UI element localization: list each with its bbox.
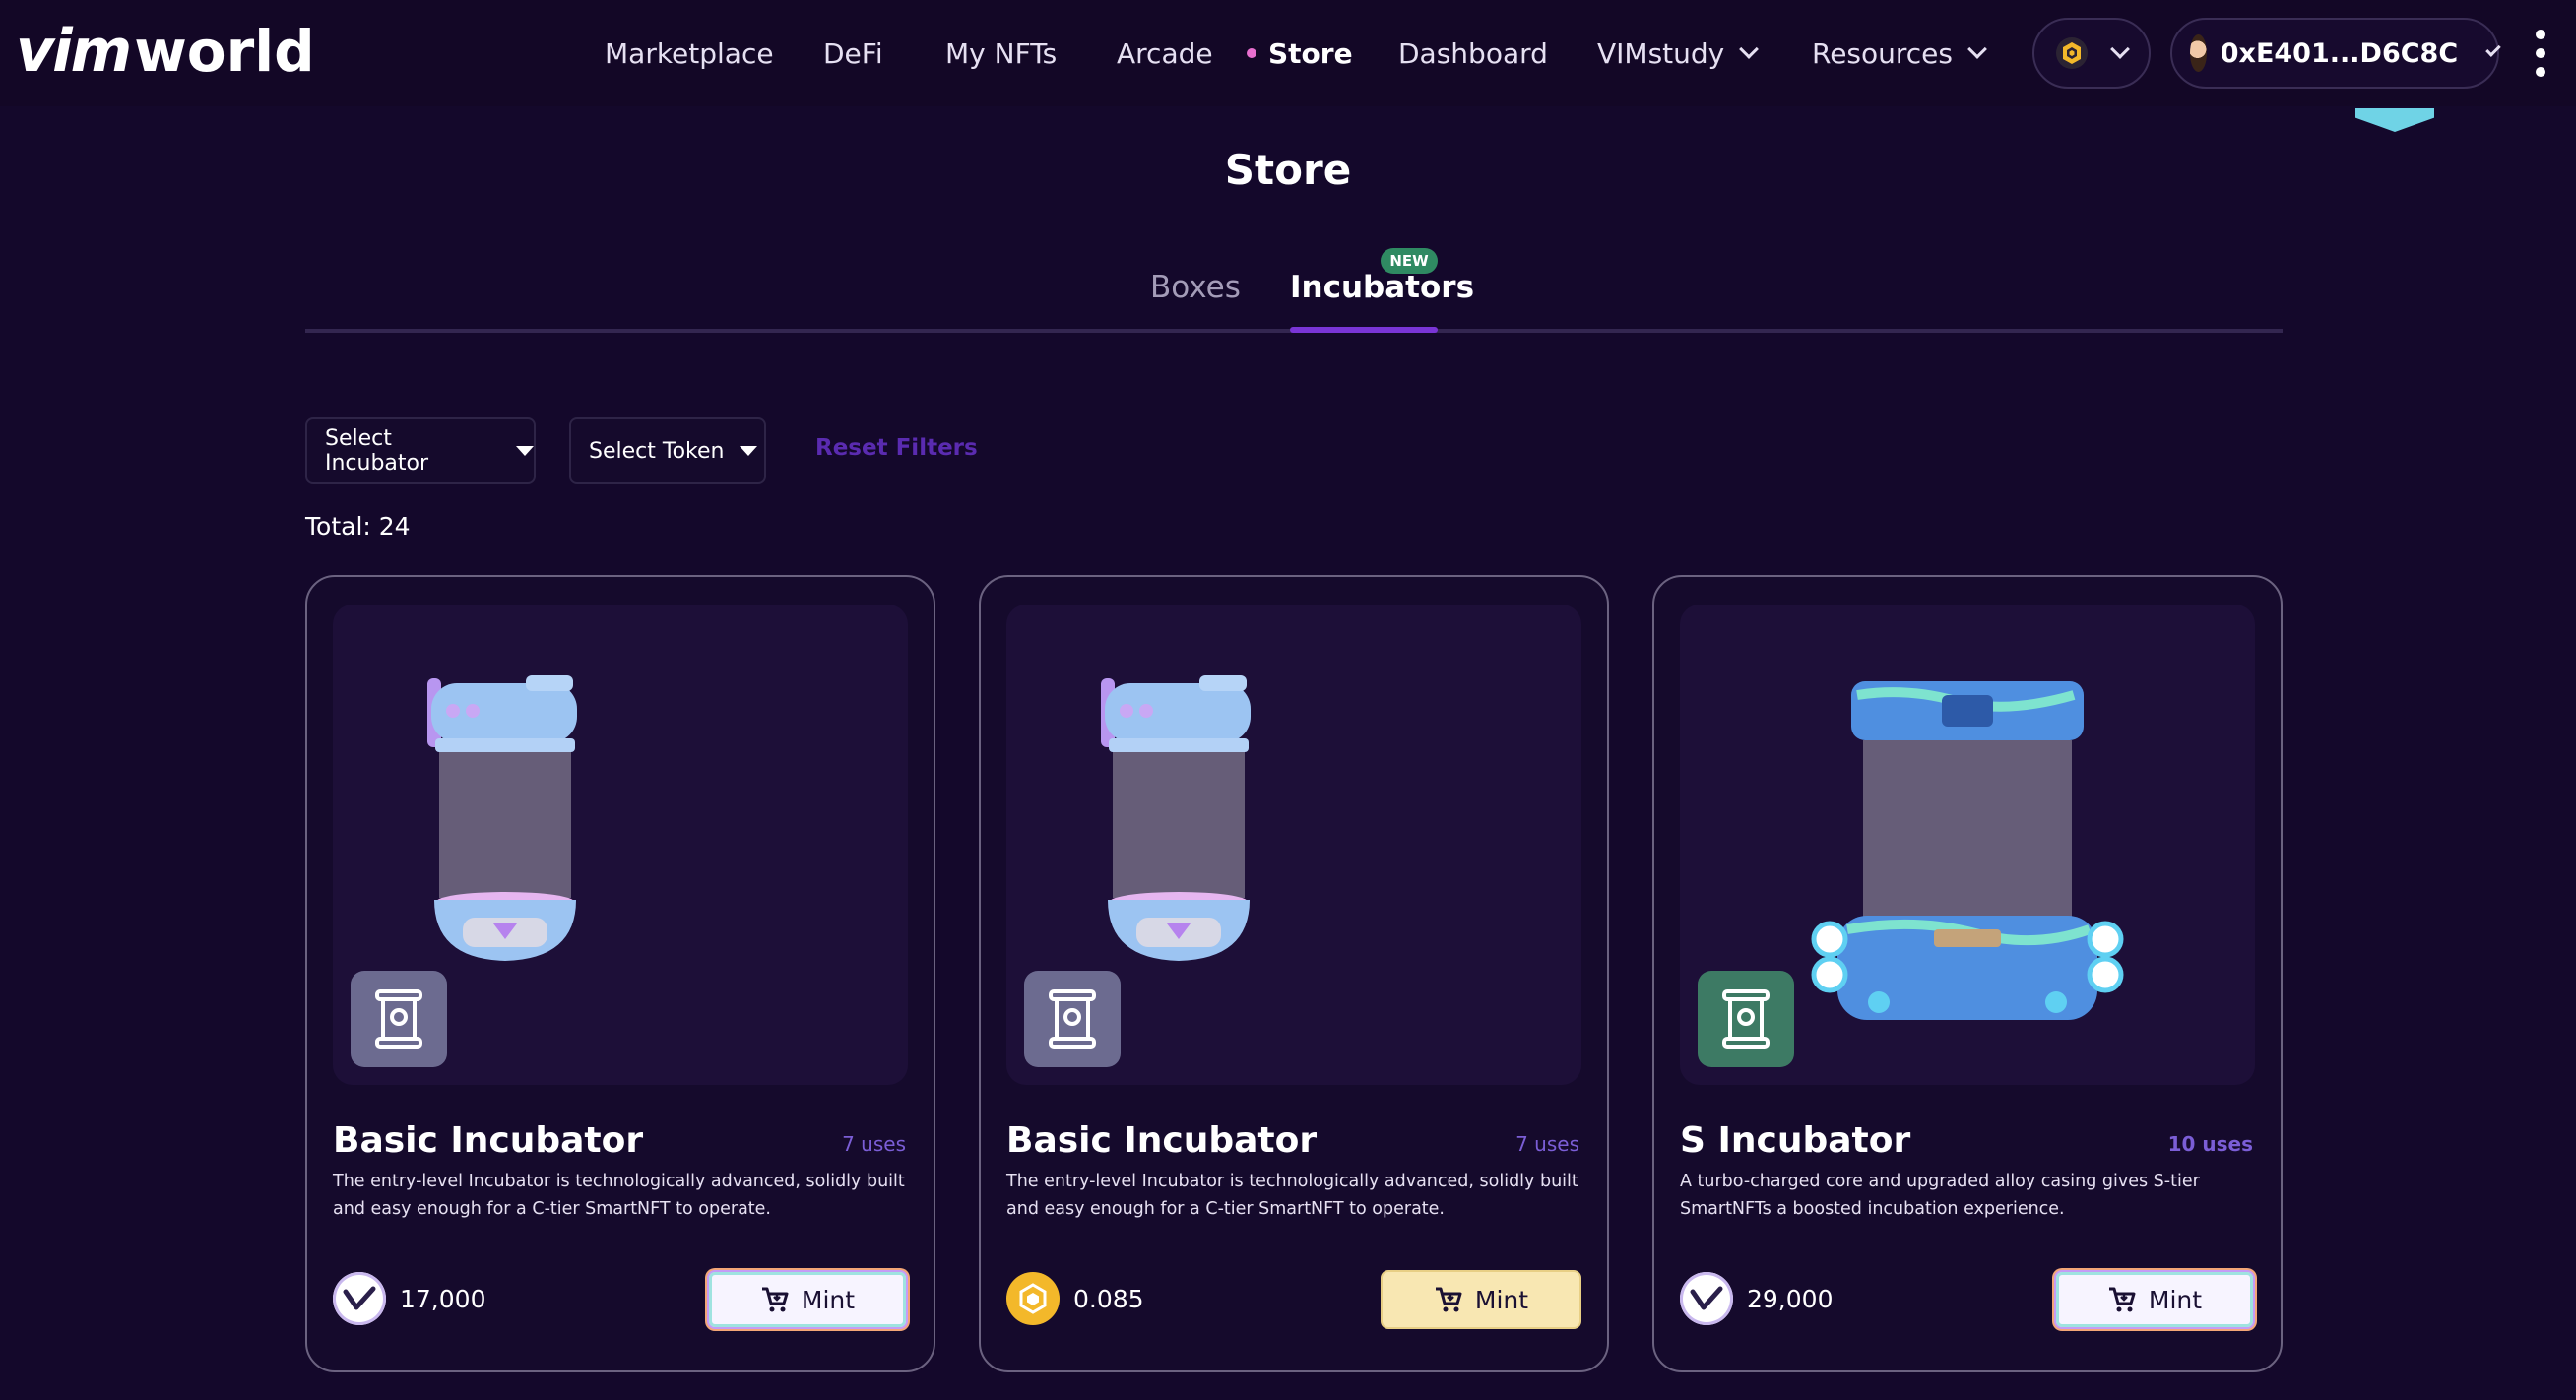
- caret-down-icon: [516, 446, 534, 456]
- card-uses: 10 uses: [2167, 1132, 2253, 1156]
- nav-label: Resources: [1812, 36, 1953, 70]
- bnb-chain-icon: [2056, 37, 2088, 69]
- chevron-down-icon: [2485, 41, 2501, 57]
- nav-defi[interactable]: DeFi: [823, 30, 883, 77]
- logo-mark: vim: [16, 17, 132, 86]
- avatar: [2190, 34, 2207, 72]
- active-dot-icon: [1247, 48, 1256, 58]
- incubator-type-icon: [1698, 971, 1794, 1067]
- mint-label: Mint: [801, 1285, 856, 1314]
- active-tab-indicator: [1290, 327, 1438, 333]
- vim-token-icon: [1680, 1272, 1733, 1325]
- nav-label: VIMstudy: [1597, 36, 1725, 70]
- nav-label: Marketplace: [605, 36, 774, 70]
- price: 29,000: [1680, 1272, 1833, 1325]
- mint-button[interactable]: Mint: [1381, 1270, 1581, 1329]
- more-menu-icon[interactable]: [2529, 30, 2552, 77]
- nav-dashboard[interactable]: Dashboard: [1398, 30, 1548, 77]
- bnb-token-icon: [1006, 1272, 1060, 1325]
- page-title: Store: [1224, 146, 1352, 194]
- cart-icon: [2108, 1287, 2136, 1312]
- incubator-type-icon: [351, 971, 447, 1067]
- card-title: Basic Incubator: [333, 1120, 644, 1161]
- nav-arcade[interactable]: Arcade: [1117, 30, 1213, 77]
- vim-token-icon: [333, 1272, 386, 1325]
- logo-wordmark: world: [134, 18, 315, 85]
- card-description: The entry-level Incubator is technologic…: [1006, 1172, 1578, 1219]
- price-value: 17,000: [400, 1284, 486, 1313]
- mint-label: Mint: [1474, 1285, 1529, 1314]
- cart-icon: [1435, 1287, 1462, 1312]
- nav-store[interactable]: Store: [1247, 30, 1353, 77]
- reset-filters-button[interactable]: Reset Filters: [815, 435, 978, 461]
- nav-vimstudy[interactable]: VIMstudy: [1597, 30, 1760, 77]
- select-token-label: Select Token: [589, 438, 725, 464]
- incubator-card[interactable]: Basic Incubator 7 uses The entry-level I…: [305, 575, 935, 1372]
- nav-label: My NFTs: [945, 36, 1058, 70]
- mint-label: Mint: [2148, 1285, 2203, 1314]
- select-incubator-label: Select Incubator: [325, 426, 429, 476]
- vimworld-logo[interactable]: vim world: [16, 14, 331, 89]
- incubator-card[interactable]: S Incubator 10 uses A turbo-charged core…: [1652, 575, 2283, 1372]
- incubator-type-icon: [1024, 971, 1121, 1067]
- card-title: Basic Incubator: [1006, 1120, 1318, 1161]
- incubator-card[interactable]: Basic Incubator 7 uses The entry-level I…: [979, 575, 1609, 1372]
- price: 17,000: [333, 1272, 485, 1325]
- wallet-button[interactable]: 0xE401...D6C8C: [2170, 18, 2501, 89]
- incubator-image: [1680, 605, 2255, 1085]
- card-uses: 7 uses: [842, 1132, 906, 1156]
- notification-tab-handle[interactable]: [2355, 108, 2434, 132]
- wallet-address: 0xE401...D6C8C: [2220, 37, 2459, 69]
- incubator-image: [1006, 605, 1581, 1085]
- select-incubator-dropdown[interactable]: Select Incubator: [305, 417, 536, 484]
- price: 0.085: [1006, 1272, 1144, 1325]
- nav-label: DeFi: [823, 36, 883, 70]
- chevron-down-icon: [2110, 39, 2130, 59]
- top-nav-bar: vim world Marketplace DeFi My NFTs Arcad…: [0, 0, 2576, 106]
- card-description: A turbo-charged core and upgraded alloy …: [1680, 1172, 2200, 1219]
- incubator-image: [333, 605, 908, 1085]
- tab-incubators[interactable]: Incubators: [1290, 270, 1474, 305]
- nav-resources[interactable]: Resources: [1812, 30, 1987, 77]
- nav-marketplace[interactable]: Marketplace: [605, 30, 774, 77]
- new-badge: NEW: [1381, 248, 1438, 274]
- caret-down-icon: [740, 446, 758, 456]
- tab-boxes[interactable]: Boxes: [1150, 270, 1241, 305]
- price-value: 29,000: [1747, 1284, 1834, 1313]
- nav-label: Arcade: [1117, 36, 1213, 70]
- nav-label: Dashboard: [1398, 36, 1548, 70]
- price-value: 0.085: [1073, 1284, 1144, 1313]
- chevron-down-icon: [1967, 39, 1987, 59]
- card-description: The entry-level Incubator is technologic…: [333, 1172, 905, 1219]
- chain-selector[interactable]: [2032, 18, 2151, 89]
- mint-button[interactable]: Mint: [707, 1270, 908, 1329]
- select-token-dropdown[interactable]: Select Token: [569, 417, 766, 484]
- mint-button[interactable]: Mint: [2054, 1270, 2255, 1329]
- card-uses: 7 uses: [1515, 1132, 1579, 1156]
- card-title: S Incubator: [1680, 1120, 1911, 1161]
- cart-icon: [761, 1287, 789, 1312]
- nav-label: Store: [1268, 36, 1353, 70]
- nav-my-nfts[interactable]: My NFTs: [945, 30, 1057, 77]
- total-count: Total: 24: [305, 512, 411, 541]
- chevron-down-icon: [1739, 39, 1760, 59]
